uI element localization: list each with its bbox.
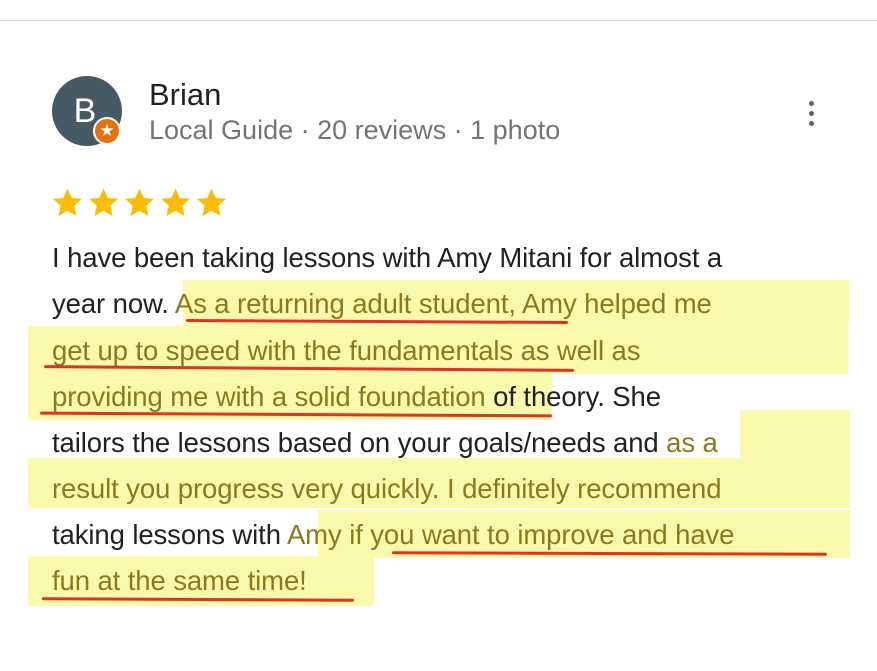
star-icon	[53, 188, 82, 216]
more-vert-icon	[808, 100, 814, 106]
review-text-line-7: taking lessons with Amy if you want to i…	[52, 519, 735, 550]
review-text-line-8: fun at the same time!	[52, 565, 307, 596]
review-text-line-1: I have been taking lessons with Amy Mita…	[52, 242, 723, 273]
star-icon	[125, 188, 154, 216]
more-options-button[interactable]	[798, 96, 824, 130]
review-text-line-6: result you progress very quickly. I defi…	[52, 473, 722, 504]
star-icon	[89, 188, 118, 216]
reviewer-meta[interactable]: Local Guide · 20 reviews · 1 photo	[149, 115, 560, 146]
avatar-initial: B	[73, 92, 97, 130]
star-icon	[197, 188, 226, 216]
star-rating	[51, 186, 228, 219]
review-text-line-2: year now. As a returning adult student, …	[52, 288, 712, 319]
reviewer-name[interactable]: Brian	[149, 77, 221, 113]
review-text-line-5: tailors the lessons based on your goals/…	[52, 427, 718, 458]
star-badge-icon: ★	[93, 117, 121, 145]
highlight-block	[740, 410, 850, 458]
top-divider	[0, 20, 877, 21]
review-text-line-4: providing me with a solid foundation of …	[52, 381, 661, 412]
review-text-line-3: get up to speed with the fundamentals as…	[52, 335, 641, 366]
star-icon	[161, 188, 190, 216]
